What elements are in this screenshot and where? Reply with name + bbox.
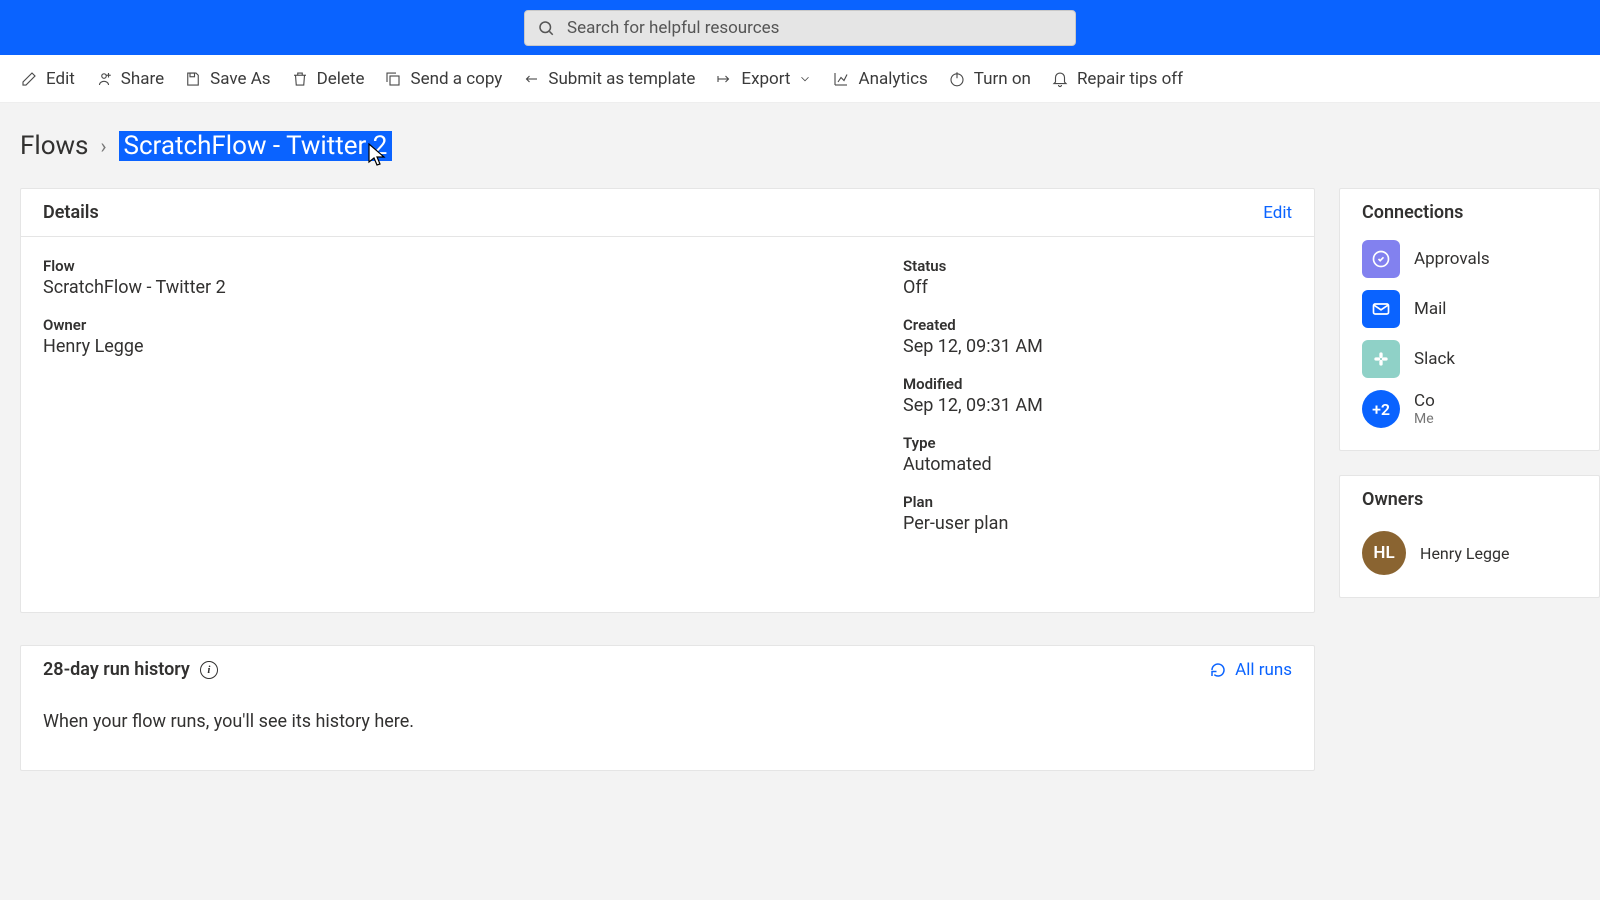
- bell-icon: [1051, 70, 1069, 88]
- breadcrumb-current: ScratchFlow - Twitter 2: [119, 131, 393, 161]
- search-icon: [537, 19, 555, 37]
- owners-card: Owners HL Henry Legge: [1339, 475, 1600, 598]
- edit-label: Edit: [46, 69, 75, 89]
- info-icon[interactable]: i: [200, 661, 218, 679]
- analytics-label: Analytics: [858, 69, 927, 89]
- details-card: Details Edit Flow ScratchFlow - Twitter …: [20, 188, 1315, 613]
- connection-item[interactable]: Approvals: [1362, 240, 1577, 278]
- avatar: HL: [1362, 531, 1406, 575]
- submit-icon: [522, 70, 540, 88]
- repair-button[interactable]: Repair tips off: [1051, 69, 1183, 89]
- submit-button[interactable]: Submit as template: [522, 69, 695, 89]
- command-bar: Edit Share Save As Delete Send a copy Su…: [0, 55, 1600, 103]
- delete-label: Delete: [317, 69, 365, 89]
- slack-icon: [1362, 340, 1400, 378]
- type-label: Type: [903, 434, 1292, 452]
- more-label: Co: [1414, 391, 1435, 411]
- saveas-label: Save As: [210, 69, 270, 89]
- created-value: Sep 12, 09:31 AM: [903, 336, 1292, 357]
- modified-value: Sep 12, 09:31 AM: [903, 395, 1292, 416]
- owners-title: Owners: [1340, 476, 1599, 523]
- allruns-link[interactable]: All runs: [1209, 660, 1292, 680]
- search-input[interactable]: [567, 18, 1063, 38]
- power-icon: [948, 70, 966, 88]
- export-icon: [715, 70, 733, 88]
- chart-icon: [832, 70, 850, 88]
- approvals-icon: [1362, 240, 1400, 278]
- cursor-icon: [368, 143, 386, 167]
- modified-label: Modified: [903, 375, 1292, 393]
- connections-title: Connections: [1340, 189, 1599, 236]
- save-icon: [184, 70, 202, 88]
- share-button[interactable]: Share: [95, 69, 164, 89]
- connections-card: Connections Approvals Mail: [1339, 188, 1600, 451]
- mail-icon: [1362, 290, 1400, 328]
- plan-label: Plan: [903, 493, 1292, 511]
- repair-label: Repair tips off: [1077, 69, 1183, 89]
- pencil-icon: [20, 70, 38, 88]
- plan-value: Per-user plan: [903, 513, 1292, 534]
- created-label: Created: [903, 316, 1292, 334]
- connection-item[interactable]: Slack: [1362, 340, 1577, 378]
- status-label: Status: [903, 257, 1292, 275]
- connection-item[interactable]: Mail: [1362, 290, 1577, 328]
- share-label: Share: [121, 69, 164, 89]
- top-bar: [0, 0, 1600, 55]
- chevron-down-icon: [798, 72, 812, 86]
- allruns-label: All runs: [1235, 660, 1292, 680]
- flow-label: Flow: [43, 257, 903, 275]
- history-card: 28-day run history i All runs When your …: [20, 645, 1315, 771]
- breadcrumb-flows[interactable]: Flows: [20, 131, 88, 161]
- refresh-icon: [1209, 661, 1227, 679]
- share-icon: [95, 70, 113, 88]
- owner-value: Henry Legge: [43, 336, 903, 357]
- more-badge: +2: [1362, 390, 1400, 428]
- turnon-button[interactable]: Turn on: [948, 69, 1031, 89]
- history-title: 28-day run history: [43, 659, 190, 680]
- flow-value: ScratchFlow - Twitter 2: [43, 277, 903, 298]
- more-sub: Me: [1414, 411, 1435, 427]
- type-value: Automated: [903, 454, 1292, 475]
- trash-icon: [291, 70, 309, 88]
- edit-button[interactable]: Edit: [20, 69, 75, 89]
- connection-more[interactable]: +2 Co Me: [1362, 390, 1577, 428]
- breadcrumb: Flows › ScratchFlow - Twitter 2: [0, 103, 1600, 188]
- copy-icon: [384, 70, 402, 88]
- connection-label: Slack: [1414, 349, 1455, 369]
- chevron-right-icon: ›: [100, 134, 106, 158]
- connection-label: Mail: [1414, 299, 1446, 319]
- turnon-label: Turn on: [974, 69, 1031, 89]
- delete-button[interactable]: Delete: [291, 69, 365, 89]
- details-title: Details: [43, 202, 99, 223]
- sendcopy-label: Send a copy: [410, 69, 502, 89]
- export-label: Export: [741, 69, 790, 89]
- sendcopy-button[interactable]: Send a copy: [384, 69, 502, 89]
- export-button[interactable]: Export: [715, 69, 812, 89]
- analytics-button[interactable]: Analytics: [832, 69, 927, 89]
- saveas-button[interactable]: Save As: [184, 69, 270, 89]
- status-value: Off: [903, 277, 1292, 298]
- owner-name: Henry Legge: [1420, 544, 1509, 563]
- search-box[interactable]: [524, 10, 1076, 46]
- submit-label: Submit as template: [548, 69, 695, 89]
- details-edit-link[interactable]: Edit: [1263, 203, 1292, 223]
- connection-label: Approvals: [1414, 249, 1490, 269]
- owner-label: Owner: [43, 316, 903, 334]
- history-empty: When your flow runs, you'll see its hist…: [43, 711, 414, 732]
